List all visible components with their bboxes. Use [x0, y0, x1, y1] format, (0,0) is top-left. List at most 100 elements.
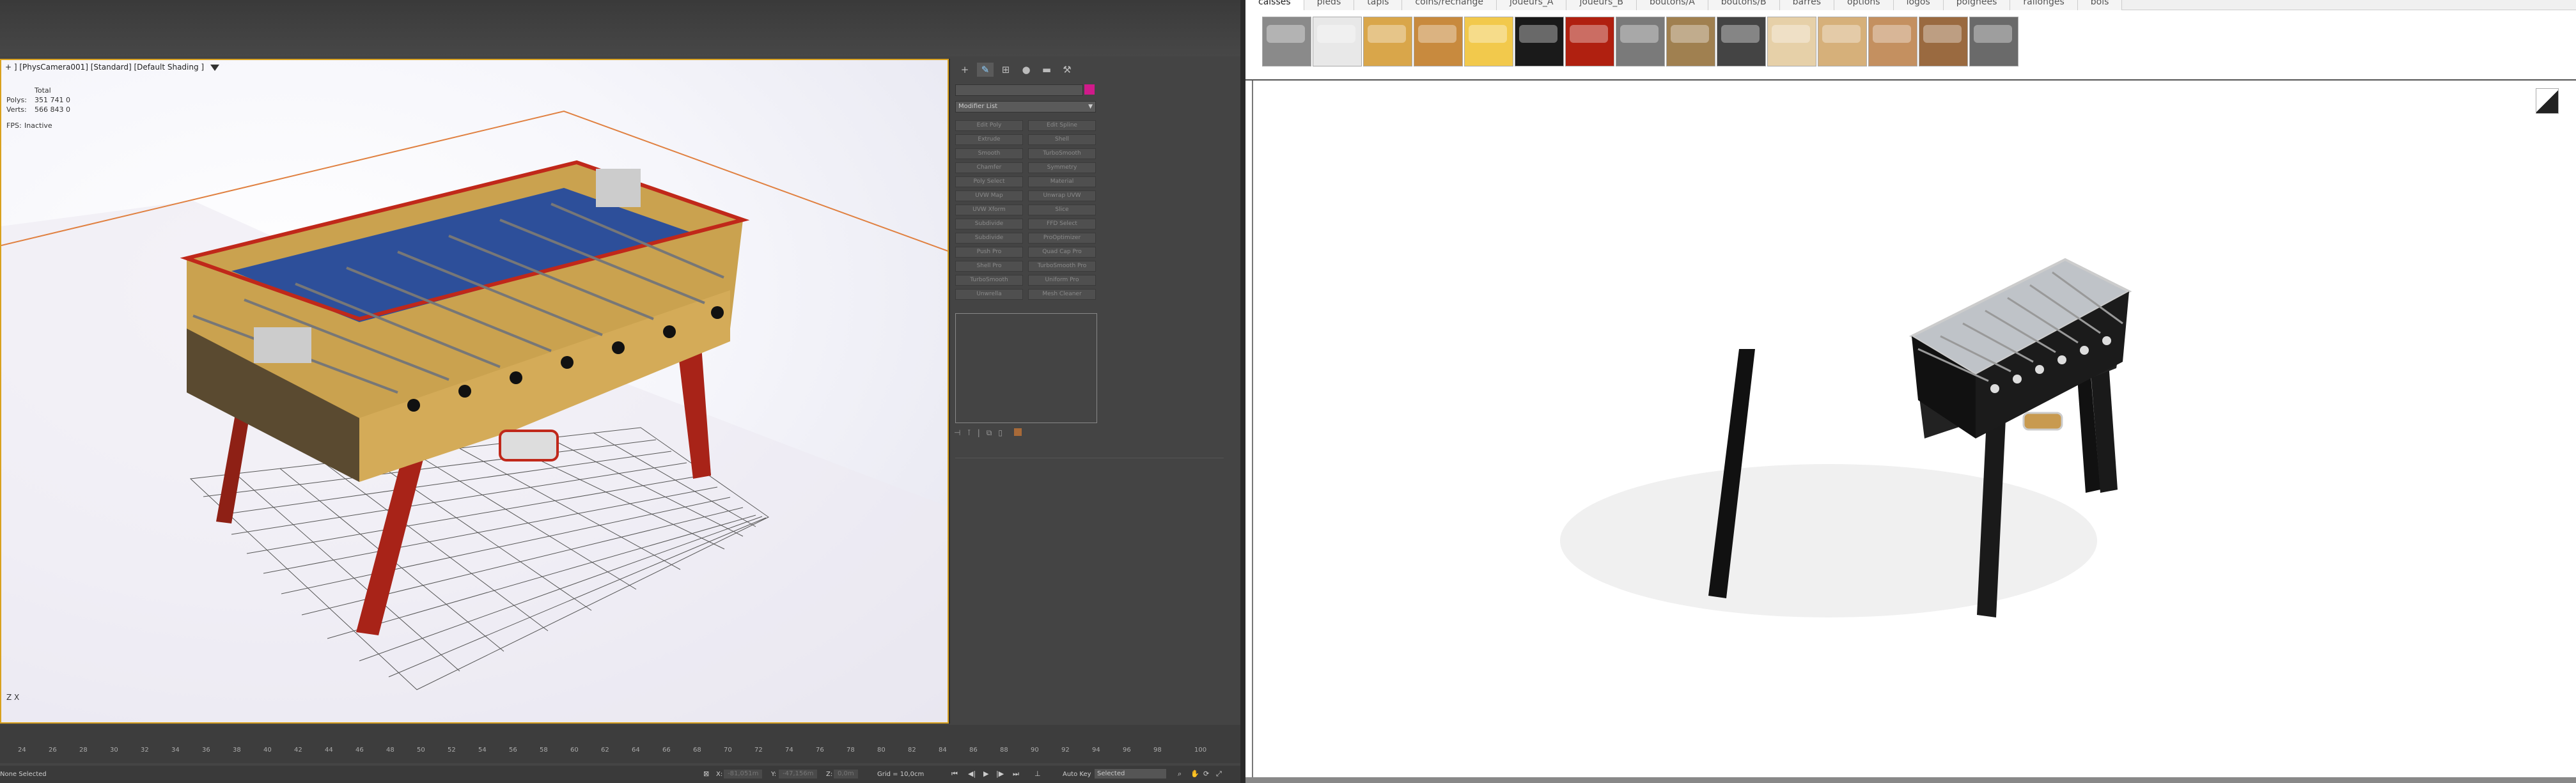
material-swatch[interactable]: [1767, 17, 1816, 66]
previous-frame-icon[interactable]: ◀|: [968, 770, 976, 778]
motion-tab-icon[interactable]: ●: [1018, 63, 1034, 77]
timeline-tick: 66: [662, 747, 671, 754]
maximize-viewport-icon[interactable]: ⤢: [1216, 770, 1222, 779]
modifier-button[interactable]: Smooth: [955, 148, 1023, 159]
modifier-button[interactable]: Shell Pro: [955, 261, 1023, 272]
remove-modifier-icon[interactable]: ⧉: [987, 428, 992, 438]
material-swatch[interactable]: [1565, 17, 1614, 66]
material-swatch[interactable]: [1313, 17, 1362, 66]
auto-key-button[interactable]: Auto Key: [1063, 771, 1091, 778]
tab-poignees[interactable]: poignées: [1943, 0, 2011, 10]
object-color-swatch[interactable]: [1084, 84, 1095, 95]
modifier-button[interactable]: Material: [1028, 176, 1096, 187]
material-swatch[interactable]: [1717, 17, 1766, 66]
configurator-tabs: caisses pieds tapis coins/rechange joueu…: [1245, 0, 2576, 10]
modifier-button[interactable]: Symmetry: [1028, 162, 1096, 173]
material-swatch[interactable]: [1515, 17, 1564, 66]
show-end-result-icon[interactable]: ⊺: [967, 428, 971, 438]
material-swatch[interactable]: [1262, 17, 1311, 66]
material-swatch[interactable]: [1464, 17, 1513, 66]
zoom-icon[interactable]: ⌕: [1178, 770, 1182, 779]
tab-joueurs-b[interactable]: joueurs_B: [1566, 0, 1637, 10]
z-coordinate-field[interactable]: 0,0m: [834, 770, 858, 779]
material-swatch[interactable]: [1363, 17, 1412, 66]
create-tab-icon[interactable]: +: [956, 63, 973, 77]
orbit-icon[interactable]: ⟳: [1203, 770, 1209, 778]
key-filter-dropdown[interactable]: Selected: [1095, 769, 1166, 779]
material-swatch[interactable]: [1414, 17, 1463, 66]
go-to-end-icon[interactable]: ⏭: [1013, 770, 1019, 779]
modifier-button[interactable]: Slice: [1028, 205, 1096, 215]
modifier-button[interactable]: UVW Map: [955, 190, 1023, 201]
tab-coins-rechange[interactable]: coins/rechange: [1402, 0, 1497, 10]
display-tab-icon[interactable]: ▬: [1038, 63, 1055, 77]
modifier-button[interactable]: Subdivide: [955, 233, 1023, 244]
modifier-list-label: Modifier List: [958, 103, 998, 110]
modifier-button[interactable]: Poly Select: [955, 176, 1023, 187]
tab-tapis[interactable]: tapis: [1354, 0, 1403, 10]
material-swatches: [1262, 17, 2018, 66]
next-frame-icon[interactable]: |▶: [996, 770, 1004, 778]
modifier-button[interactable]: Unwrella: [955, 289, 1023, 300]
tab-boutons-a[interactable]: boutons/A: [1636, 0, 1708, 10]
tab-pieds[interactable]: pieds: [1304, 0, 1355, 10]
tab-barres[interactable]: barres: [1779, 0, 1834, 10]
modifier-button[interactable]: Unwrap UVW: [1028, 190, 1096, 201]
pin-stack-icon[interactable]: ⊣: [954, 428, 960, 438]
modifier-button[interactable]: Mesh Cleaner: [1028, 289, 1096, 300]
modifier-button[interactable]: Chamfer: [955, 162, 1023, 173]
modifier-button[interactable]: ProOptimizer: [1028, 233, 1096, 244]
material-swatch[interactable]: [1868, 17, 1917, 66]
y-coordinate-field[interactable]: -47,156m: [779, 770, 818, 779]
pan-icon[interactable]: ✋: [1190, 770, 1199, 778]
modifier-stack[interactable]: [955, 313, 1097, 423]
modifier-button[interactable]: Push Pro: [955, 247, 1023, 258]
modifier-button[interactable]: Subdivide: [955, 219, 1023, 229]
modifier-button[interactable]: Edit Spline: [1028, 120, 1096, 131]
modify-tab-icon[interactable]: ✎: [977, 63, 994, 77]
set-key-icon[interactable]: ⊥: [1034, 770, 1041, 778]
object-name-field[interactable]: [955, 84, 1083, 96]
tab-bois[interactable]: bois: [2077, 0, 2123, 10]
window-splitter[interactable]: [1240, 0, 1245, 783]
hierarchy-tab-icon[interactable]: ⊞: [997, 63, 1014, 77]
modifier-button[interactable]: Extrude: [955, 134, 1023, 145]
timeline-tick: 32: [141, 747, 149, 754]
modifier-button[interactable]: Uniform Pro: [1028, 275, 1096, 286]
modifier-button[interactable]: Shell: [1028, 134, 1096, 145]
modifier-button[interactable]: TurboSmooth Pro: [1028, 261, 1096, 272]
material-swatch[interactable]: [1919, 17, 1968, 66]
configure-sets-icon[interactable]: ▯: [998, 428, 1003, 438]
preview-area[interactable]: [1252, 81, 2570, 777]
tab-boutons-b[interactable]: boutons/B: [1708, 0, 1780, 10]
viewport[interactable]: + ] [PhysCamera001] [Standard] [Default …: [0, 59, 949, 724]
tab-joueurs-a[interactable]: joueurs_A: [1497, 0, 1567, 10]
tab-rallonges[interactable]: rallonges: [2010, 0, 2078, 10]
modifier-button[interactable]: Quad Cap Pro: [1028, 247, 1096, 258]
tab-options[interactable]: options: [1834, 0, 1894, 10]
tab-caisses[interactable]: caisses: [1245, 0, 1304, 10]
timeline[interactable]: 24 26 28 30 32 34 36 38 40 42 44 46 48 5…: [0, 725, 1240, 763]
transform-type-in-icon[interactable]: ⊠: [703, 770, 709, 778]
go-to-start-icon[interactable]: ⏮: [951, 770, 958, 779]
modifier-list-dropdown[interactable]: Modifier List ▼: [955, 101, 1096, 112]
x-label: X:: [716, 771, 723, 778]
material-swatch[interactable]: [1969, 17, 2018, 66]
make-unique-icon[interactable]: |: [978, 428, 980, 438]
material-swatch[interactable]: [1666, 17, 1715, 66]
modifier-button[interactable]: UVW Xform: [955, 205, 1023, 215]
stack-toolbar: ⊣ ⊺ | ⧉ ▯: [954, 428, 1022, 438]
modifier-button[interactable]: FFD Select: [1028, 219, 1096, 229]
swatch-preview-icon: [1469, 25, 1507, 43]
modifier-button[interactable]: TurboSmooth: [1028, 148, 1096, 159]
play-icon[interactable]: ▶: [983, 770, 988, 778]
tab-logos[interactable]: logos: [1893, 0, 1944, 10]
timeline-tick: 100: [1194, 747, 1207, 754]
material-swatch[interactable]: [1616, 17, 1665, 66]
x-coordinate-field[interactable]: -81,051m: [724, 770, 763, 779]
trash-icon[interactable]: [1013, 428, 1022, 436]
utilities-tab-icon[interactable]: ⚒: [1059, 63, 1075, 77]
material-swatch[interactable]: [1818, 17, 1867, 66]
modifier-button[interactable]: Edit Poly: [955, 120, 1023, 131]
modifier-button[interactable]: TurboSmooth: [955, 275, 1023, 286]
